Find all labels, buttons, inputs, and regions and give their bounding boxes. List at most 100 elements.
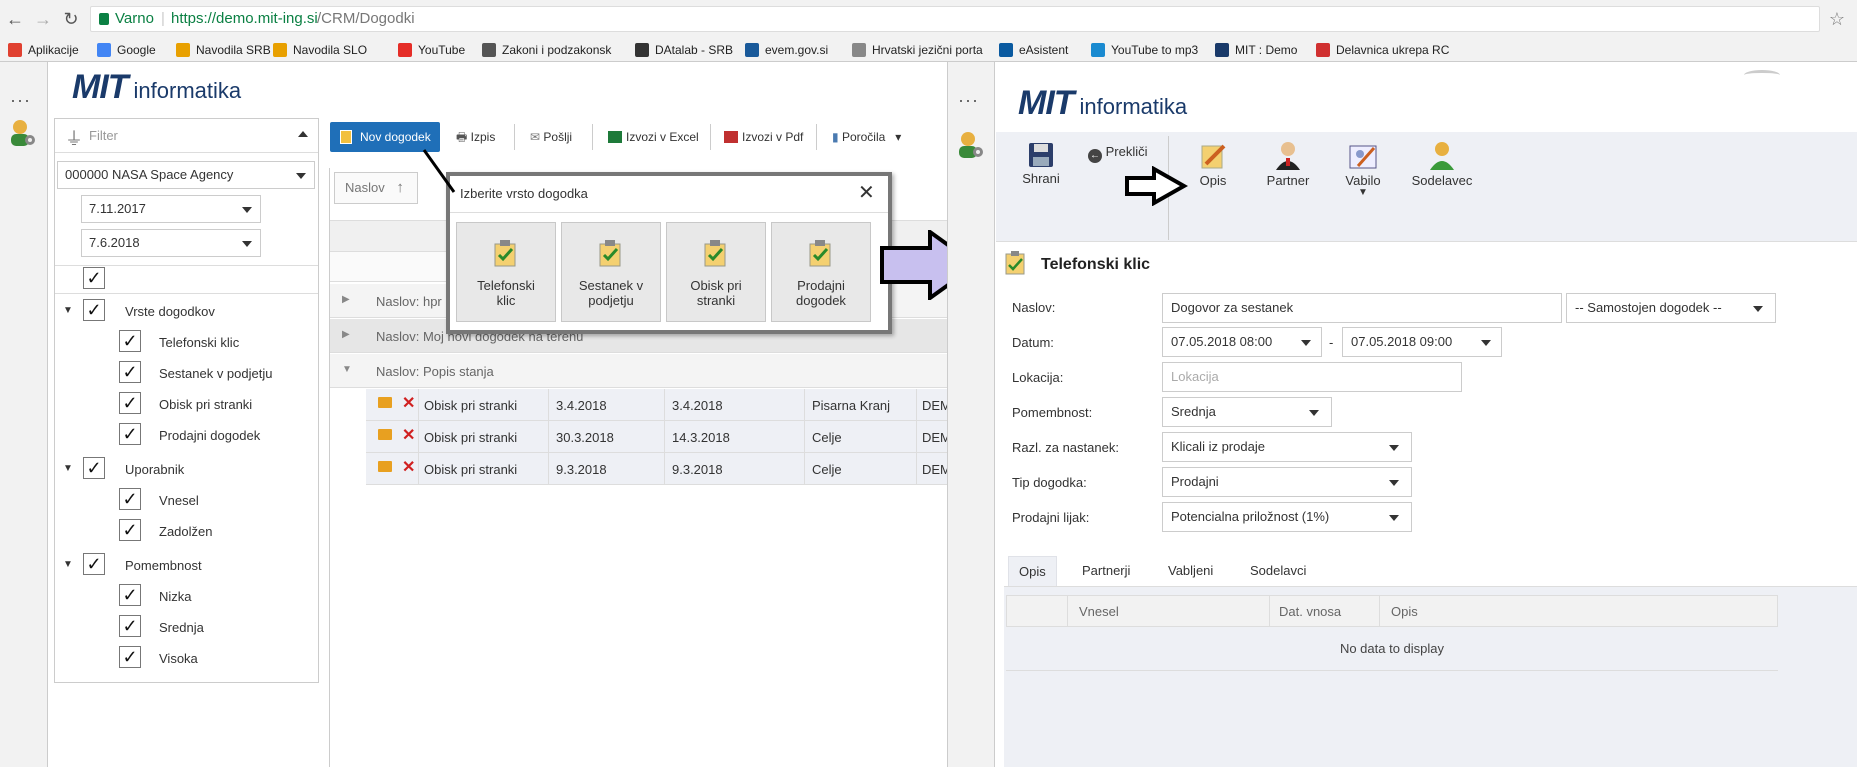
star-icon[interactable]: ☆ [1826, 8, 1848, 30]
back-icon[interactable]: ← [4, 8, 26, 30]
group-by-chip[interactable]: Naslov ↑ [334, 172, 418, 204]
delete-icon[interactable]: ✕ [402, 393, 415, 413]
send-button[interactable]: ✉ Pošlji [530, 122, 572, 152]
tip-select[interactable]: Prodajni [1162, 467, 1412, 497]
user-settings-icon[interactable] [8, 118, 36, 148]
bookmark-label: Google [117, 43, 156, 57]
tile-label-line2: podjetju [588, 293, 634, 308]
expanded-triangle-icon[interactable]: ▼ [342, 364, 352, 375]
column-header-opis[interactable]: Opis [1391, 604, 1418, 619]
user-settings-icon[interactable] [956, 130, 984, 160]
filter-header[interactable]: ⏚ Filter [55, 119, 318, 153]
secure-label: Varno [115, 10, 154, 27]
avatar[interactable] [1744, 70, 1780, 80]
tree-item-checkbox[interactable]: ✓ [119, 646, 141, 668]
invite-button[interactable]: Vabilo ▼ [1338, 142, 1388, 212]
bookmark-item[interactable]: Navodila SRB [176, 42, 271, 58]
table-row[interactable]: ✕ Obisk pri stranki 3.4.2018 3.4.2018 Pisarn… [366, 389, 951, 421]
open-folder-icon[interactable] [378, 397, 392, 408]
delete-icon[interactable]: ✕ [402, 425, 415, 445]
bookmark-label: Delavnica ukrepa RC [1336, 43, 1450, 57]
more-icon[interactable]: ··· [10, 90, 31, 111]
export-pdf-button[interactable]: Izvozi v Pdf [724, 122, 803, 152]
open-folder-icon[interactable] [378, 429, 392, 440]
event-type-tile[interactable]: Telefonski klic [456, 222, 556, 322]
bookmark-item[interactable]: Google [97, 42, 156, 58]
expand-triangle-icon[interactable]: ▼ [63, 305, 73, 316]
bookmark-item[interactable]: YouTube [398, 42, 465, 58]
more-icon[interactable]: ··· [958, 90, 979, 111]
datum-from-input[interactable]: 07.05.2018 08:00 [1162, 327, 1322, 357]
bookmark-item[interactable]: MIT : Demo [1215, 42, 1297, 58]
delete-icon[interactable]: ✕ [402, 457, 415, 477]
table-row[interactable]: ✕ Obisk pri stranki 30.3.2018 14.3.2018 Celj… [366, 421, 951, 453]
group-row[interactable]: ▼ Naslov: Popis stanja [330, 354, 948, 388]
reload-icon[interactable]: ↻ [60, 8, 82, 30]
cancel-button[interactable]: ← Prekliči [1088, 142, 1148, 163]
event-type-tile[interactable]: Obisk pri stranki [666, 222, 766, 322]
open-folder-icon[interactable] [378, 461, 392, 472]
export-pdf-label: Izvozi v Pdf [742, 130, 804, 144]
tree-item-checkbox[interactable]: ✓ [119, 615, 141, 637]
tree-group-checkbox[interactable]: ✓ [83, 299, 105, 321]
date-from-select[interactable]: 7.11.2017 [81, 195, 261, 223]
datum-to-input[interactable]: 07.05.2018 09:00 [1342, 327, 1502, 357]
bookmark-item[interactable]: Delavnica ukrepa RC [1316, 42, 1449, 58]
export-excel-button[interactable]: Izvozi v Excel [608, 122, 699, 152]
column-header-dat-vnosa[interactable]: Dat. vnosa [1279, 604, 1341, 619]
table-cell-d2: 9.3.2018 [672, 462, 723, 477]
collapsed-triangle-icon[interactable]: ▶ [342, 329, 350, 340]
opis-button[interactable]: Opis [1188, 142, 1238, 202]
send-label: Pošlji [543, 130, 573, 144]
address-bar[interactable]: Varno | https://demo.mit-ing.si /CRM/Dog… [90, 6, 1820, 32]
bookmark-item[interactable]: DAtalab - SRB [635, 42, 733, 58]
tab-partnerji[interactable]: Partnerji [1072, 556, 1140, 586]
pomembnost-select[interactable]: Srednja [1162, 397, 1332, 427]
tree-item-checkbox[interactable]: ✓ [119, 488, 141, 510]
reports-button[interactable]: ▮ Poročila ▾ [832, 122, 901, 152]
select-all-checkbox[interactable]: ✓ [83, 267, 105, 289]
expand-triangle-icon[interactable]: ▼ [63, 463, 73, 474]
tree-item-checkbox[interactable]: ✓ [119, 423, 141, 445]
print-button[interactable]: 🖶 Izpis [456, 122, 495, 152]
tree-group-checkbox[interactable]: ✓ [83, 457, 105, 479]
collapsed-triangle-icon[interactable]: ▶ [342, 294, 350, 305]
coworker-button[interactable]: Sodelavec [1404, 140, 1480, 200]
column-header-vnesel[interactable]: Vnesel [1079, 604, 1119, 619]
save-button[interactable]: Shrani [1016, 142, 1066, 202]
bookmark-item[interactable]: Navodila SLO [273, 42, 367, 58]
tab-opis[interactable]: Opis [1008, 556, 1057, 586]
tree-group-checkbox[interactable]: ✓ [83, 553, 105, 575]
parent-event-select[interactable]: -- Samostojen dogodek -- [1566, 293, 1776, 323]
forward-icon[interactable]: → [32, 8, 54, 30]
lokacija-input[interactable]: Lokacija [1162, 362, 1462, 392]
partner-button[interactable]: Partner [1258, 140, 1318, 200]
collapse-icon[interactable] [298, 131, 308, 137]
bookmark-item[interactable]: evem.gov.si [745, 42, 828, 58]
event-type-tile[interactable]: Prodajni dogodek [771, 222, 871, 322]
company-select[interactable]: 000000 NASA Space Agency [57, 161, 315, 189]
bookmark-item[interactable]: Zakoni i podzakonsk [482, 42, 611, 58]
tab-sodelavci[interactable]: Sodelavci [1240, 556, 1316, 586]
chevron-down-icon: ▾ [895, 130, 902, 144]
bookmark-item[interactable]: Aplikacije [8, 42, 79, 58]
tree-item-checkbox[interactable]: ✓ [119, 361, 141, 383]
expand-triangle-icon[interactable]: ▼ [63, 559, 73, 570]
date-to-select[interactable]: 7.6.2018 [81, 229, 261, 257]
table-row[interactable]: ✕ Obisk pri stranki 9.3.2018 9.3.2018 Celje D… [366, 453, 951, 485]
lijak-select[interactable]: Potencialna priložnost (1%) [1162, 502, 1412, 532]
tree-item-checkbox[interactable]: ✓ [119, 392, 141, 414]
close-icon[interactable]: ✕ [858, 180, 875, 205]
group-row-label: Naslov: hpr [376, 294, 442, 309]
bookmark-item[interactable]: Hrvatski jezični porta [852, 42, 983, 58]
tree-item-label: Sestanek v podjetju [159, 366, 273, 381]
tree-item-checkbox[interactable]: ✓ [119, 330, 141, 352]
bookmark-item[interactable]: YouTube to mp3 [1091, 42, 1198, 58]
event-type-tile[interactable]: Sestanek v podjetju [561, 222, 661, 322]
tree-item-checkbox[interactable]: ✓ [119, 519, 141, 541]
tree-item-checkbox[interactable]: ✓ [119, 584, 141, 606]
tab-vabljeni[interactable]: Vabljeni [1158, 556, 1223, 586]
naslov-input[interactable]: Dogovor za sestanek [1162, 293, 1562, 323]
razl-select[interactable]: Klicali iz prodaje [1162, 432, 1412, 462]
bookmark-item[interactable]: eAsistent [999, 42, 1068, 58]
